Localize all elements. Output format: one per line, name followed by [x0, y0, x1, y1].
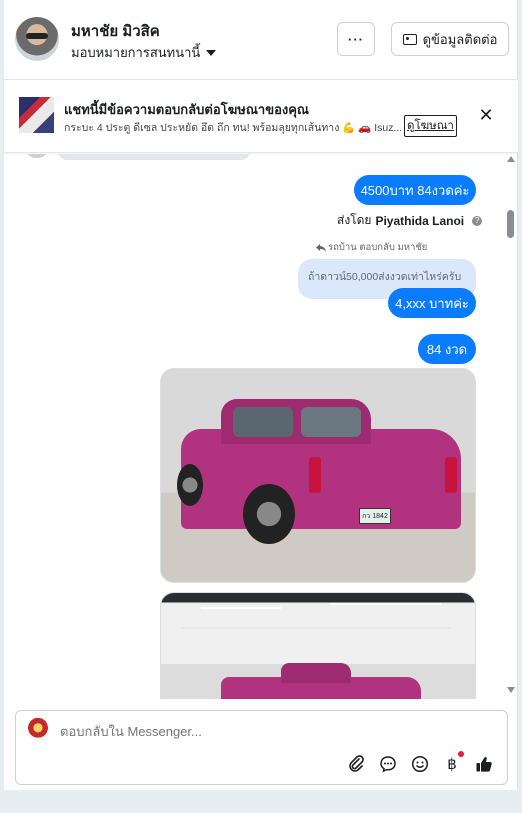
info-icon[interactable]: ?: [472, 215, 483, 226]
thumbs-up-icon[interactable]: [474, 754, 494, 774]
more-options-button[interactable]: ···: [337, 22, 375, 56]
contact-name[interactable]: มหาชัย มิวสิค: [71, 19, 160, 43]
view-contact-label: ดูข้อมูลติดต่อ: [422, 31, 498, 47]
notification-dot: [458, 751, 464, 757]
message-bubble-outgoing[interactable]: 4,xxx บาทค่ะ: [388, 288, 476, 318]
composer-toolbar: ฿: [346, 751, 494, 774]
ad-thumbnail: [19, 97, 54, 133]
message-bubble-outgoing[interactable]: 4500บาท 84งวดค่ะ: [354, 175, 476, 205]
sent-by-name: Piyathida Lanoi: [375, 213, 465, 228]
smiley-icon[interactable]: [410, 754, 430, 774]
chat-bubble-icon[interactable]: [378, 754, 398, 774]
sent-by-label: ส่งโดย Piyathida Lanoi ?: [337, 211, 483, 230]
reply-arrow-icon: [316, 243, 326, 252]
conversation-header: มหาชัย มิวสิค มอบหมายการสนทนานี้ ··· ดูข…: [4, 0, 518, 80]
close-icon[interactable]: ✕: [476, 105, 496, 125]
ad-description: กระบะ 4 ประตู ดีเซล ประหยัด อึด ถึก ทน! …: [64, 122, 403, 134]
contact-card-icon: [402, 33, 417, 45]
chat-panel: มหาชัย มิวสิค มอบหมายการสนทนานี้ ··· ดูข…: [4, 0, 518, 790]
assign-label: มอบหมายการสนทนานี้: [71, 45, 201, 60]
reply-context: รถบ้าน ตอบกลับ มหาชัย: [316, 240, 427, 255]
sent-by-prefix: ส่งโดย: [337, 213, 372, 227]
message-thread: 4500บาท 84งวดค่ะ ส่งโดย Piyathida Lanoi …: [4, 154, 518, 699]
scroll-thumb[interactable]: [507, 210, 514, 238]
view-contact-button[interactable]: ดูข้อมูลติดต่อ: [391, 22, 509, 56]
scroll-up-icon[interactable]: [507, 156, 515, 162]
avatar[interactable]: [15, 17, 59, 61]
baht-icon[interactable]: ฿: [442, 751, 464, 774]
reply-context-text: รถบ้าน ตอบกลับ มหาชัย: [328, 242, 428, 253]
sender-avatar: [26, 154, 48, 158]
ad-reply-banner: แชทนี้มีข้อความตอบกลับต่อโฆษณาของคุณ กระ…: [4, 81, 518, 153]
photo-attachment[interactable]: [160, 592, 476, 699]
page-avatar: [26, 717, 50, 741]
message-input[interactable]: [60, 724, 460, 739]
message-bubble-outgoing[interactable]: 84 งวด: [418, 334, 476, 364]
message-scrollbar[interactable]: [504, 154, 518, 699]
message-bubble-incoming: [58, 154, 250, 160]
chevron-down-icon: [206, 49, 217, 56]
reply-composer: ฿: [15, 710, 508, 785]
paperclip-icon[interactable]: [346, 754, 366, 774]
scroll-down-icon[interactable]: [507, 687, 515, 693]
ad-banner-title: แชทนี้มีข้อความตอบกลับต่อโฆษณาของคุณ: [64, 102, 309, 117]
photo-attachment[interactable]: กว 1842: [160, 368, 476, 583]
assign-dropdown[interactable]: มอบหมายการสนทนานี้: [71, 42, 217, 63]
view-ad-link[interactable]: ดูโฆษณา: [404, 115, 457, 137]
